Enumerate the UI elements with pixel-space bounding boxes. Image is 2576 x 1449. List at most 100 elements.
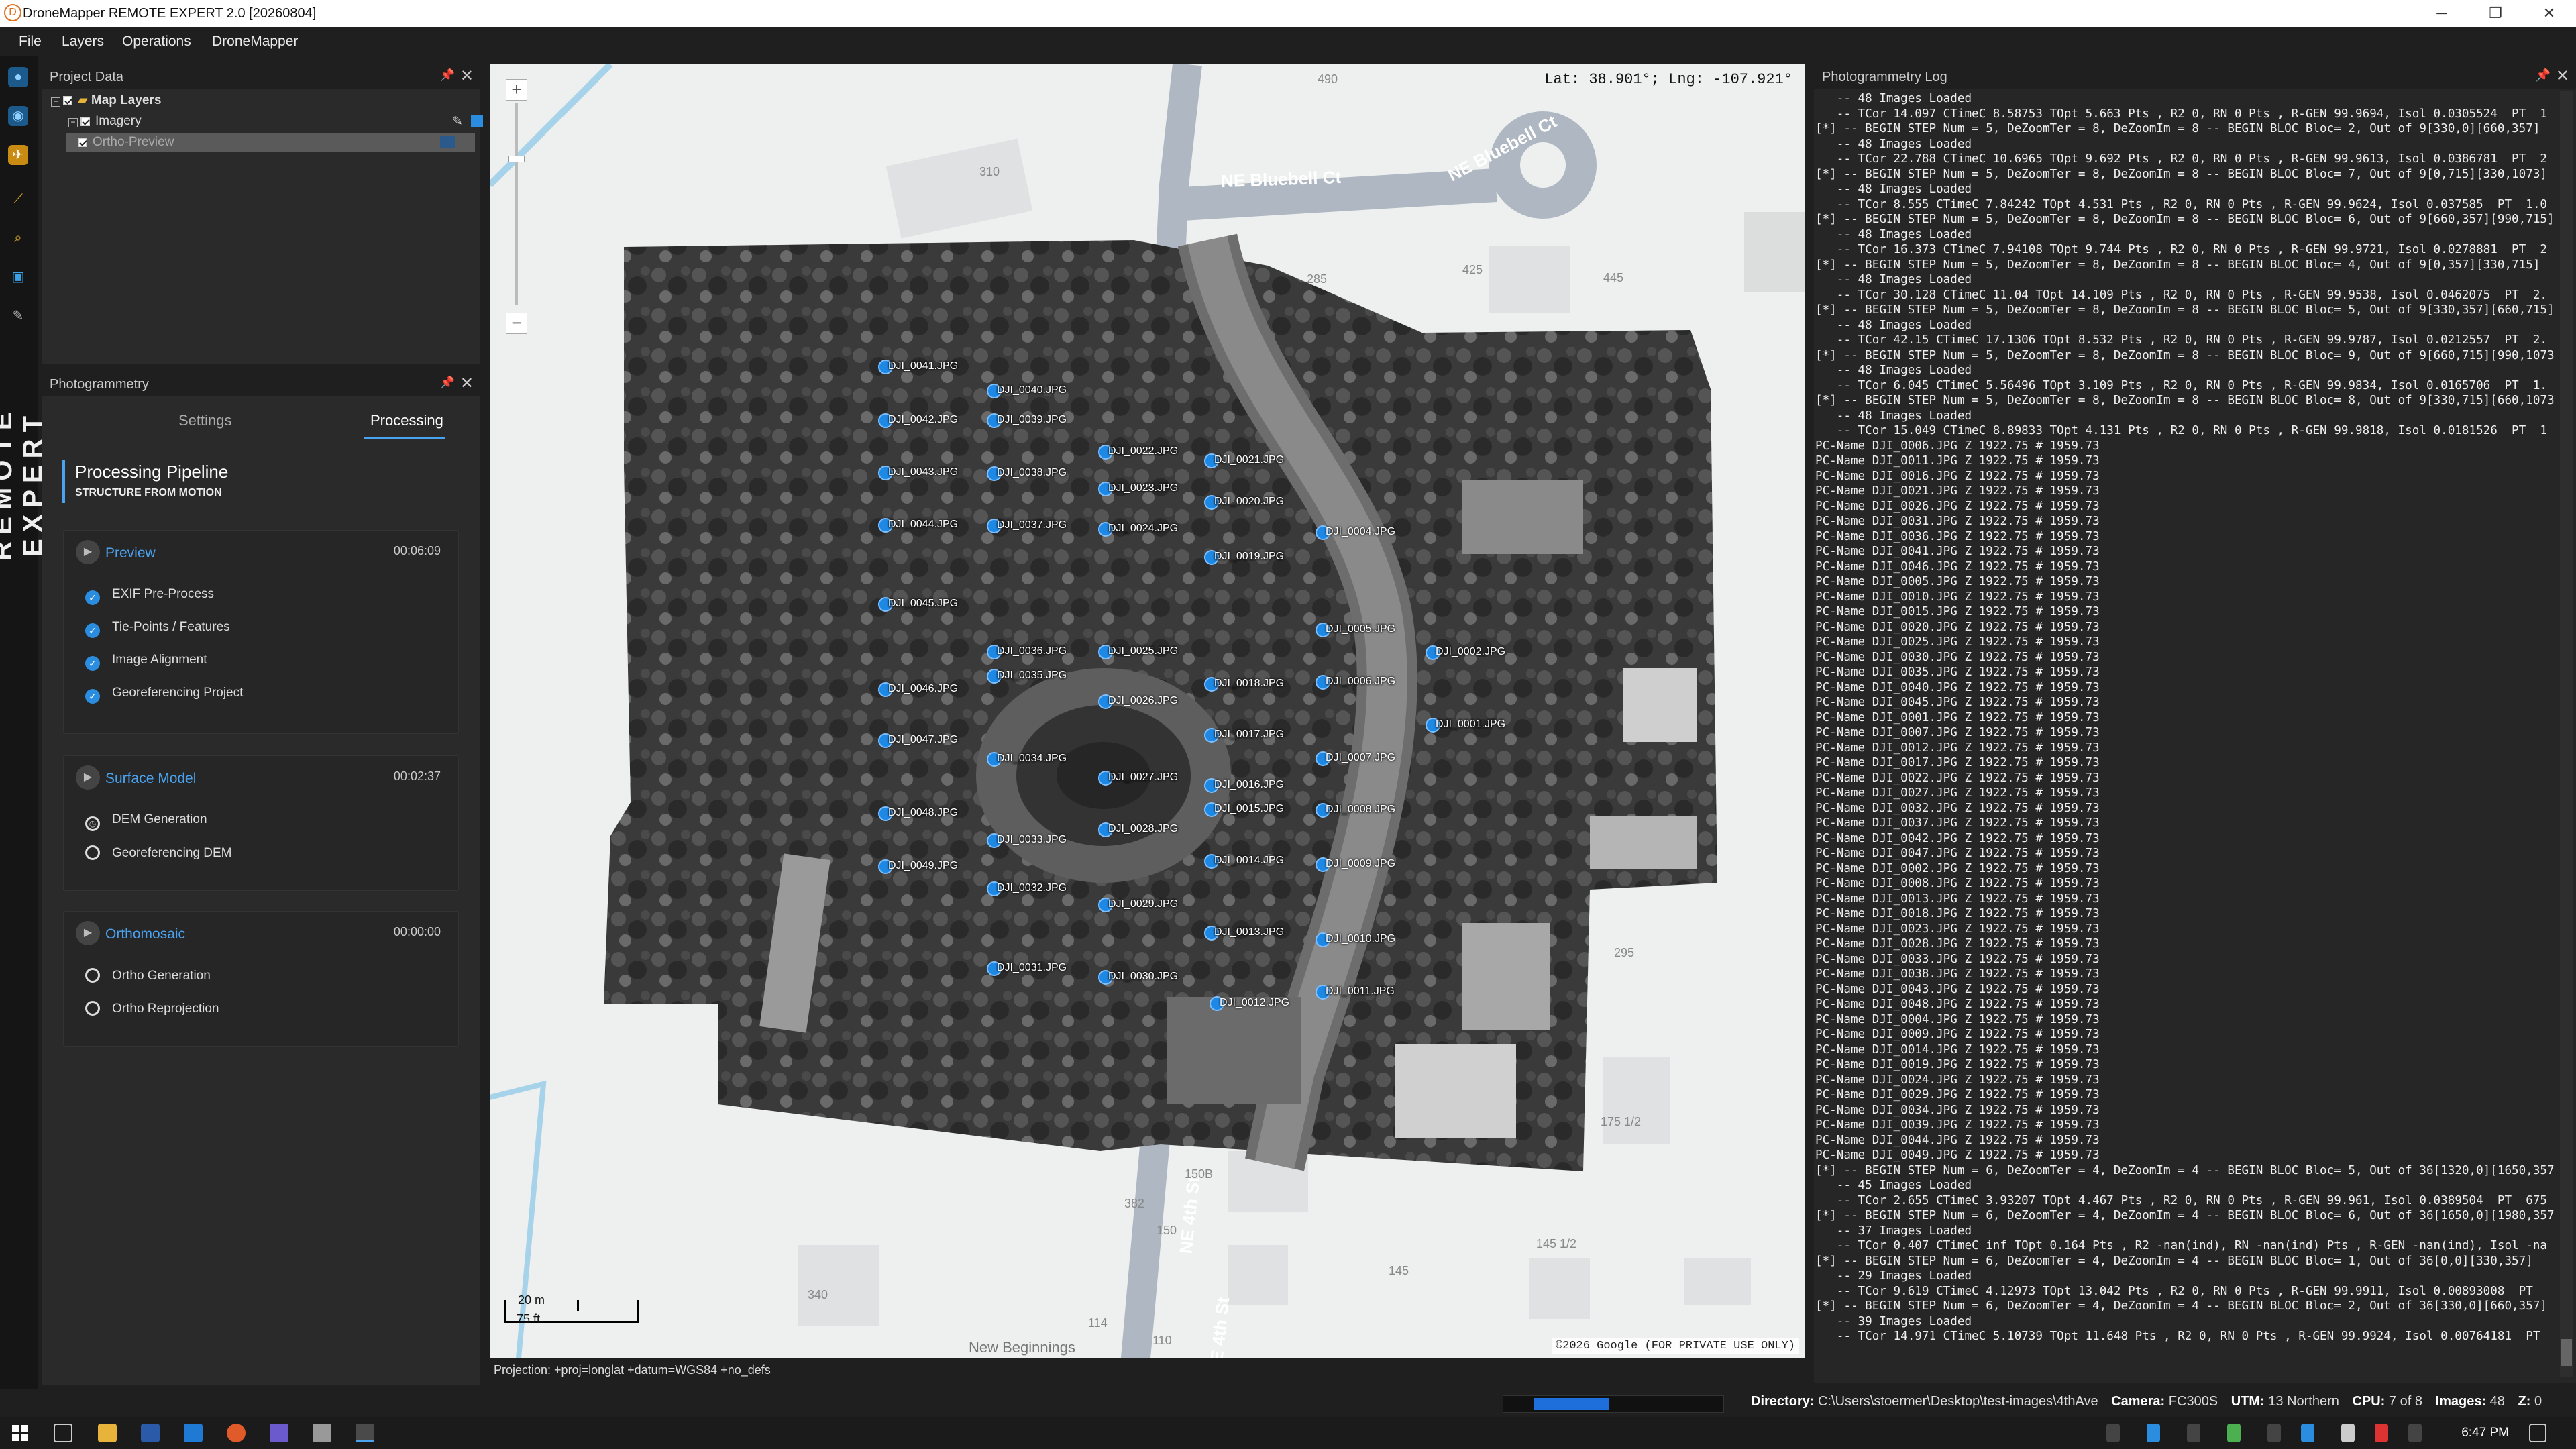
camera-label: DJI_0030.JPG: [1108, 971, 1179, 982]
play-icon[interactable]: ▶: [76, 921, 100, 945]
log-line: PC-Name DJI_0022.JPG Z 1922.75 # 1959.73: [1815, 771, 2100, 785]
tree-root[interactable]: − ▰ Map Layers: [51, 93, 161, 108]
images-value: 48: [2489, 1394, 2505, 1409]
pending-icon: [85, 1001, 100, 1016]
log-line: PC-Name DJI_0017.JPG Z 1922.75 # 1959.73: [1815, 756, 2100, 769]
scrollbar-thumb[interactable]: [2561, 1339, 2572, 1366]
app-icon[interactable]: [313, 1424, 331, 1442]
tray-icon[interactable]: [2267, 1424, 2281, 1442]
play-icon[interactable]: ▶: [76, 765, 100, 790]
log-line: [*] -- BEGIN STEP Num = 5, DeZoomTer = 8…: [1815, 167, 2548, 181]
volume-icon[interactable]: [2408, 1424, 2422, 1442]
dronemapper-taskbar-icon[interactable]: [356, 1424, 374, 1442]
tray-icon[interactable]: [2106, 1424, 2120, 1442]
log-line: [*] -- BEGIN STEP Num = 6, DeZoomTer = 4…: [1815, 1254, 2533, 1268]
close-button[interactable]: ✕: [2522, 0, 2576, 27]
tray-icon[interactable]: [2301, 1424, 2314, 1442]
firefox-icon[interactable]: [227, 1424, 246, 1442]
log-line: PC-Name DJI_0027.JPG Z 1922.75 # 1959.73: [1815, 786, 2100, 800]
log-line: -- TCor 9.619 CTimeC 4.12973 TOpt 13.042…: [1815, 1284, 2533, 1298]
pin-icon[interactable]: 📌: [440, 376, 455, 390]
log-output[interactable]: -- 48 Images Loaded -- TCor 14.097 CTime…: [1815, 91, 2560, 1377]
battery-icon[interactable]: [2341, 1424, 2355, 1442]
stage-name[interactable]: Orthomosaic: [105, 926, 185, 943]
pin-icon[interactable]: 📌: [440, 68, 455, 83]
title-bar: D DroneMapper REMOTE EXPERT 2.0 [2026080…: [0, 0, 2576, 27]
log-line: -- TCor 14.971 CTimeC 5.10739 TOpt 11.64…: [1815, 1330, 2540, 1343]
clock[interactable]: 6:47 PM: [2461, 1426, 2509, 1440]
file-explorer-icon[interactable]: [98, 1424, 117, 1442]
map-view[interactable]: NE Bluebell Ct NE Bluebell Ct NE 4th St …: [490, 64, 1805, 1381]
app-icon[interactable]: [270, 1424, 288, 1442]
minimize-button[interactable]: ─: [2415, 0, 2469, 27]
step-label: EXIF Pre-Process: [112, 587, 215, 601]
tab-processing[interactable]: Processing: [370, 412, 443, 429]
camera-label: DJI_0036.JPG: [997, 645, 1067, 657]
log-line: PC-Name DJI_0048.JPG Z 1922.75 # 1959.73: [1815, 998, 2100, 1011]
measure-icon[interactable]: ⟋: [8, 189, 28, 209]
log-line: [*] -- BEGIN STEP Num = 5, DeZoomTer = 8…: [1815, 303, 2555, 317]
camera-label: DJI_0004.JPG: [1326, 526, 1396, 537]
log-line: PC-Name DJI_0025.JPG Z 1922.75 # 1959.73: [1815, 635, 2100, 649]
ortho-layer-icon[interactable]: [440, 136, 455, 148]
notifications-icon[interactable]: [2529, 1424, 2546, 1442]
play-icon[interactable]: ▶: [76, 540, 100, 564]
zoom-slider-handle[interactable]: [508, 156, 525, 162]
drone-icon[interactable]: ✈: [8, 145, 28, 165]
camera-label: DJI_0047.JPG: [888, 734, 959, 745]
nvidia-icon[interactable]: [2227, 1424, 2241, 1442]
task-view-icon[interactable]: [54, 1424, 72, 1442]
menu-dronemapper[interactable]: DroneMapper: [212, 34, 298, 50]
log-line: -- 37 Images Loaded: [1815, 1224, 1972, 1238]
step-tiepoints: ✓ Tie-Points / Features: [85, 620, 230, 638]
zoom-in-button[interactable]: +: [506, 79, 527, 101]
color-swatch-icon[interactable]: [471, 115, 483, 127]
stage-name[interactable]: Preview: [105, 545, 156, 561]
camera-label: DJI_0021.JPG: [1214, 454, 1285, 466]
stage-name[interactable]: Surface Model: [105, 771, 196, 787]
restore-button[interactable]: ❐: [2469, 0, 2522, 27]
camera-icon[interactable]: ▣: [8, 267, 28, 287]
step-georef: ✓ Georeferencing Project: [85, 686, 243, 704]
close-panel-icon[interactable]: ✕: [460, 374, 474, 393]
tab-settings[interactable]: Settings: [178, 412, 232, 429]
search-icon[interactable]: ⌕: [8, 228, 28, 248]
vscode-icon[interactable]: [184, 1424, 203, 1442]
tree-imagery[interactable]: − Imagery ✎: [68, 114, 483, 129]
windows-start-icon[interactable]: [12, 1425, 28, 1441]
tools-icon[interactable]: ✎: [8, 306, 28, 326]
log-line: -- TCor 16.373 CTimeC 7.94108 TOpt 9.744…: [1815, 243, 2548, 256]
projection-text: Projection: +proj=longlat +datum=WGS84 +…: [494, 1363, 771, 1377]
menu-file[interactable]: File: [19, 34, 42, 50]
menu-layers[interactable]: Layers: [62, 34, 104, 50]
utm-value: 13 Northern: [2268, 1394, 2339, 1409]
collapse-icon[interactable]: −: [51, 97, 60, 107]
map-layers-checkbox[interactable]: [63, 96, 72, 105]
tree-ortho-preview[interactable]: Ortho-Preview: [66, 133, 475, 152]
close-panel-icon[interactable]: ✕: [460, 66, 474, 86]
log-scrollbar[interactable]: [2560, 91, 2573, 1377]
powershell-icon[interactable]: [141, 1424, 160, 1442]
camera-label: DJI_0043.JPG: [888, 466, 959, 478]
layers-icon[interactable]: ◉: [8, 106, 28, 126]
tray-icon[interactable]: [2147, 1424, 2160, 1442]
log-line: PC-Name DJI_0005.JPG Z 1922.75 # 1959.73: [1815, 575, 2100, 588]
camera-label: DJI_0041.JPG: [888, 360, 959, 372]
camera-label: DJI_0006.JPG: [1326, 676, 1396, 687]
step-label: Ortho Reprojection: [112, 1002, 219, 1016]
edit-icon[interactable]: ✎: [452, 114, 463, 129]
network-icon[interactable]: [2187, 1424, 2200, 1442]
pin-icon[interactable]: 📌: [2536, 68, 2551, 83]
menu-operations[interactable]: Operations: [122, 34, 191, 50]
globe-icon[interactable]: ●: [8, 67, 28, 87]
close-panel-icon[interactable]: ✕: [2556, 66, 2569, 86]
zoom-out-button[interactable]: −: [506, 313, 527, 334]
collapse-icon[interactable]: −: [68, 118, 78, 127]
imagery-checkbox[interactable]: [80, 117, 90, 126]
log-line: PC-Name DJI_0002.JPG Z 1922.75 # 1959.73: [1815, 861, 2100, 875]
zoom-slider-track[interactable]: [515, 103, 518, 305]
panel-title: Photogrammetry: [50, 377, 149, 392]
ortho-checkbox[interactable]: [78, 138, 87, 147]
security-icon[interactable]: [2375, 1424, 2388, 1442]
taskbar: 6:47 PM: [0, 1417, 2576, 1449]
